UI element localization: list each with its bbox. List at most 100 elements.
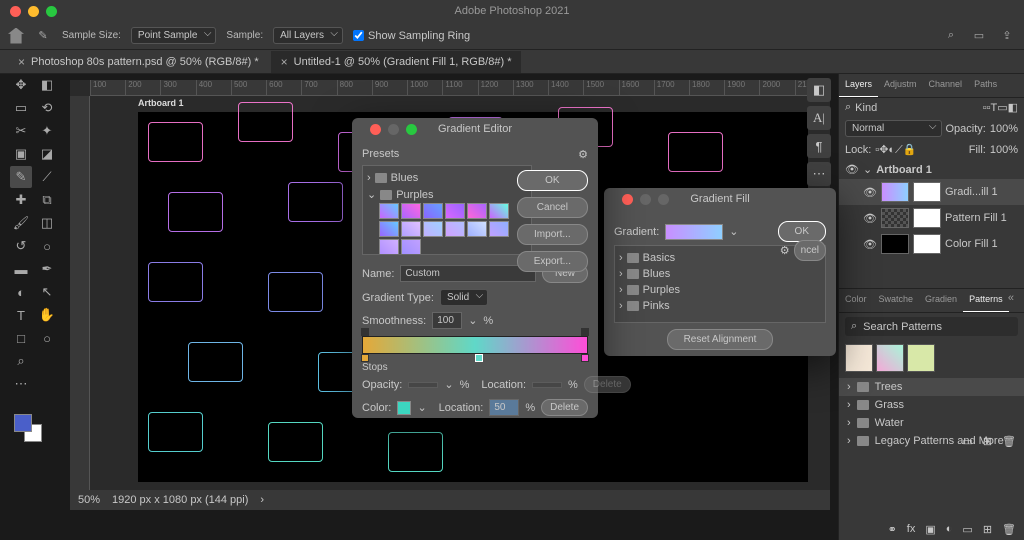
preset-folder[interactable]: ›Purples [619, 282, 821, 298]
visibility-icon[interactable]: 👁 [845, 163, 859, 176]
workspace-icon[interactable]: ▭ [970, 27, 988, 45]
import-button[interactable]: Import... [517, 224, 588, 245]
close-window-button[interactable] [10, 6, 21, 17]
color-swatches[interactable] [14, 414, 44, 444]
presets-list[interactable]: ›Blues ⌄Purples [362, 165, 532, 255]
new-icon[interactable]: ⊞ [983, 435, 992, 448]
pattern-swatch[interactable] [845, 344, 873, 372]
artboard-label[interactable]: Artboard 1 [138, 98, 184, 108]
adjustments-tab[interactable]: Adjustm [878, 74, 923, 97]
sample-size-dropdown[interactable]: Point Sample [131, 27, 216, 44]
close-icon[interactable] [370, 124, 381, 135]
color-panel-icon[interactable]: ◧ [807, 78, 831, 102]
artboard-row[interactable]: 👁⌄Artboard 1 [839, 160, 1024, 179]
search-icon[interactable]: ⌕ [845, 101, 851, 114]
export-button[interactable]: Export... [517, 251, 588, 272]
hand-tool[interactable]: ✋ [36, 304, 58, 326]
preset-swatch[interactable] [445, 221, 465, 237]
patterns-tab[interactable]: Patterns [963, 289, 1009, 312]
rect-tool[interactable]: □ [10, 327, 32, 349]
move-tool[interactable]: ✥ [10, 74, 32, 96]
frame-tool[interactable]: ▣ [10, 143, 32, 165]
show-sampling-checkbox[interactable]: Show Sampling Ring [353, 30, 470, 42]
path-tool[interactable]: ↖ [36, 281, 58, 303]
slice-tool[interactable]: ◪ [36, 143, 58, 165]
location-input[interactable]: 50 [489, 399, 519, 416]
sample-dropdown[interactable]: All Layers [273, 27, 343, 44]
close-icon[interactable] [622, 194, 633, 205]
crop-tool[interactable]: ✂ [10, 120, 32, 142]
preset-swatch[interactable] [489, 221, 509, 237]
gradient-editor-dialog[interactable]: Gradient Editor Presets⚙ OK Cancel Impor… [352, 118, 598, 418]
chevron-down-icon[interactable]: ⌄ [729, 225, 738, 238]
color-stop[interactable] [475, 354, 483, 362]
share-icon[interactable]: ⇪ [998, 27, 1016, 45]
preset-swatch[interactable] [401, 239, 421, 255]
preset-folder[interactable]: ›Pinks [619, 298, 821, 314]
color-tab[interactable]: Color [839, 289, 873, 312]
gear-icon[interactable]: ⚙ [578, 148, 588, 161]
channels-tab[interactable]: Channel [923, 74, 969, 97]
color-stop[interactable] [361, 354, 369, 362]
close-tab-icon[interactable]: × [281, 55, 288, 69]
foreground-color[interactable] [14, 414, 32, 432]
preset-swatch[interactable] [379, 239, 399, 255]
marquee-tool[interactable]: ▭ [10, 97, 32, 119]
brush-tool[interactable]: 🖌 [10, 212, 32, 234]
document-tab[interactable]: ×Untitled-1 @ 50% (Gradient Fill 1, RGB/… [271, 51, 522, 73]
color-stop[interactable] [581, 354, 589, 362]
layer-row[interactable]: 👁Color Fill 1 [839, 231, 1024, 257]
zoom-tool[interactable]: ⌕ [10, 350, 32, 372]
visibility-icon[interactable]: 👁 [863, 212, 877, 225]
zoom-icon[interactable] [406, 124, 417, 135]
pattern-swatch[interactable] [876, 344, 904, 372]
dialog-titlebar[interactable]: Gradient Fill [604, 188, 836, 210]
blur-tool[interactable]: ○ [36, 235, 58, 257]
pattern-folder[interactable]: ›Trees [839, 378, 1024, 396]
clone-tool[interactable]: ⧉ [36, 189, 58, 211]
search-patterns-input[interactable]: ⌕Search Patterns [845, 317, 1018, 336]
preset-folder[interactable]: ›Blues [619, 266, 821, 282]
eraser-tool[interactable]: ◫ [36, 212, 58, 234]
character-panel-icon[interactable]: A| [807, 106, 831, 130]
preset-folder[interactable]: ⌄Purples [367, 186, 527, 203]
artboard-tool[interactable]: ◧ [36, 74, 58, 96]
opacity-stop[interactable] [361, 328, 369, 336]
chevron-down-icon[interactable]: ⌄ [417, 401, 426, 414]
ellipse-tool[interactable]: ○ [36, 327, 58, 349]
minimize-window-button[interactable] [28, 6, 39, 17]
horizontal-ruler[interactable]: 1002003004005006007008009001000110012001… [90, 80, 830, 96]
paragraph-panel-icon[interactable]: ¶ [807, 134, 831, 158]
zoom-level[interactable]: 50% [78, 494, 100, 506]
wand-tool[interactable]: ✦ [36, 120, 58, 142]
home-icon[interactable] [8, 28, 24, 44]
reset-alignment-button[interactable]: Reset Alignment [667, 329, 774, 350]
cancel-button-partial[interactable]: ncel [794, 240, 826, 261]
vertical-ruler[interactable] [70, 96, 90, 510]
status-chevron-icon[interactable]: › [260, 494, 264, 506]
search-icon[interactable]: ⌕ [942, 27, 960, 45]
gradient-preview-dropdown[interactable] [665, 224, 723, 240]
pattern-folder[interactable]: ›Grass [839, 396, 1024, 414]
preset-swatch[interactable] [423, 221, 443, 237]
preset-swatch[interactable] [379, 203, 399, 219]
history-brush-tool[interactable]: ↺ [10, 235, 32, 257]
preset-swatch[interactable] [467, 221, 487, 237]
new-layer-icon[interactable]: ⊞ [983, 523, 992, 536]
layer-row[interactable]: 👁Pattern Fill 1 [839, 205, 1024, 231]
gear-icon[interactable]: ⚙ [780, 244, 790, 257]
delete-icon[interactable]: 🗑 [1002, 435, 1016, 448]
glyphs-panel-icon[interactable]: ⋯ [807, 162, 831, 186]
document-tab[interactable]: ×Photoshop 80s pattern.psd @ 50% (RGB/8#… [8, 51, 269, 73]
preset-folder[interactable]: ›Blues [367, 170, 527, 186]
swatches-tab[interactable]: Swatche [873, 289, 920, 312]
preset-swatch[interactable] [401, 203, 421, 219]
color-swatch[interactable] [397, 401, 411, 415]
gradient-tool[interactable]: ▬ [10, 258, 32, 280]
preset-swatch[interactable] [379, 221, 399, 237]
preset-swatch[interactable] [401, 221, 421, 237]
more-tools[interactable]: ⋯ [10, 373, 32, 395]
ok-button[interactable]: OK [778, 221, 826, 242]
delete-layer-icon[interactable]: 🗑 [1002, 523, 1016, 536]
pattern-swatch[interactable] [907, 344, 935, 372]
